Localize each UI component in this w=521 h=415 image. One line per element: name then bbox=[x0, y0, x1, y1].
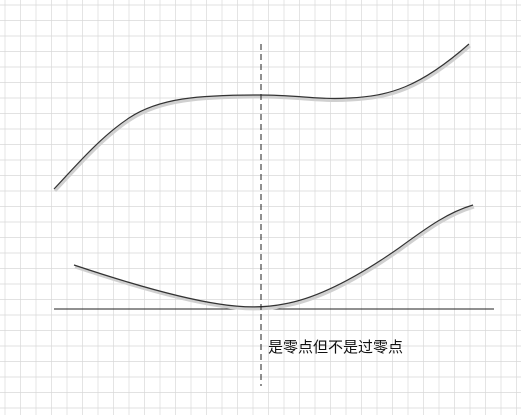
lower-curve bbox=[73, 204, 474, 308]
annotation-label: 是零点但不是过零点 bbox=[268, 338, 404, 356]
diagram-canvas bbox=[0, 0, 521, 415]
